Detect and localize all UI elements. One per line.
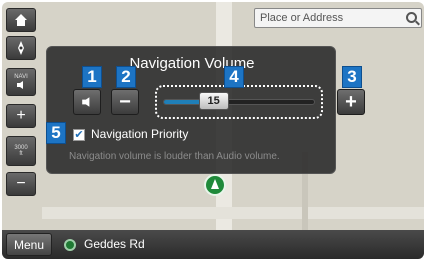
callout-1: 1 bbox=[82, 66, 102, 88]
volume-up-button[interactable]: + bbox=[337, 89, 365, 115]
navi-volume-button[interactable]: NAVI bbox=[6, 68, 36, 96]
home-icon bbox=[15, 14, 27, 26]
scale-unit: ft bbox=[19, 151, 23, 157]
minus-icon: − bbox=[119, 90, 131, 113]
checkmark-icon: ✔ bbox=[74, 129, 84, 141]
zoom-out-button[interactable]: − bbox=[6, 172, 36, 196]
search-placeholder: Place or Address bbox=[260, 12, 344, 24]
speaker-icon bbox=[82, 97, 90, 107]
plus-icon: + bbox=[16, 107, 26, 124]
plus-icon: + bbox=[345, 90, 357, 113]
search-icon[interactable] bbox=[406, 12, 417, 23]
callout-2: 2 bbox=[116, 66, 136, 88]
compass-icon bbox=[18, 41, 24, 55]
navigation-priority-label: Navigation Priority bbox=[91, 127, 189, 141]
mute-button[interactable] bbox=[73, 89, 101, 115]
speaker-icon bbox=[17, 81, 23, 89]
navigation-priority-checkbox[interactable]: ✔ bbox=[73, 129, 85, 141]
compass-button[interactable] bbox=[6, 36, 36, 60]
current-street: Geddes Rd bbox=[84, 237, 145, 251]
current-position-icon bbox=[204, 174, 226, 196]
menu-label: Menu bbox=[13, 237, 45, 252]
minus-icon: − bbox=[16, 175, 26, 192]
callout-5: 5 bbox=[46, 122, 66, 144]
home-button[interactable] bbox=[6, 8, 36, 32]
menu-button[interactable]: Menu bbox=[6, 233, 52, 256]
volume-down-button[interactable]: − bbox=[111, 89, 139, 115]
callout-4: 4 bbox=[224, 66, 244, 88]
bottom-bar: Menu Geddes Rd bbox=[2, 230, 424, 259]
map-road bbox=[42, 207, 424, 219]
search-input[interactable]: Place or Address bbox=[254, 8, 422, 28]
volume-value: 15 bbox=[207, 95, 220, 107]
scale-indicator: 3000 ft bbox=[6, 136, 36, 166]
navigation-priority-description: Navigation volume is louder than Audio v… bbox=[69, 151, 280, 162]
zoom-in-button[interactable]: + bbox=[6, 104, 36, 128]
map-side-toolbar: NAVI + 3000 ft − bbox=[2, 2, 40, 259]
volume-slider[interactable] bbox=[163, 99, 315, 105]
location-icon bbox=[64, 239, 76, 251]
volume-slider-thumb[interactable]: 15 bbox=[198, 92, 229, 110]
navigation-screen: Place or Address NAVI + 3000 ft − Menu G… bbox=[2, 2, 424, 259]
callout-3: 3 bbox=[342, 66, 362, 88]
